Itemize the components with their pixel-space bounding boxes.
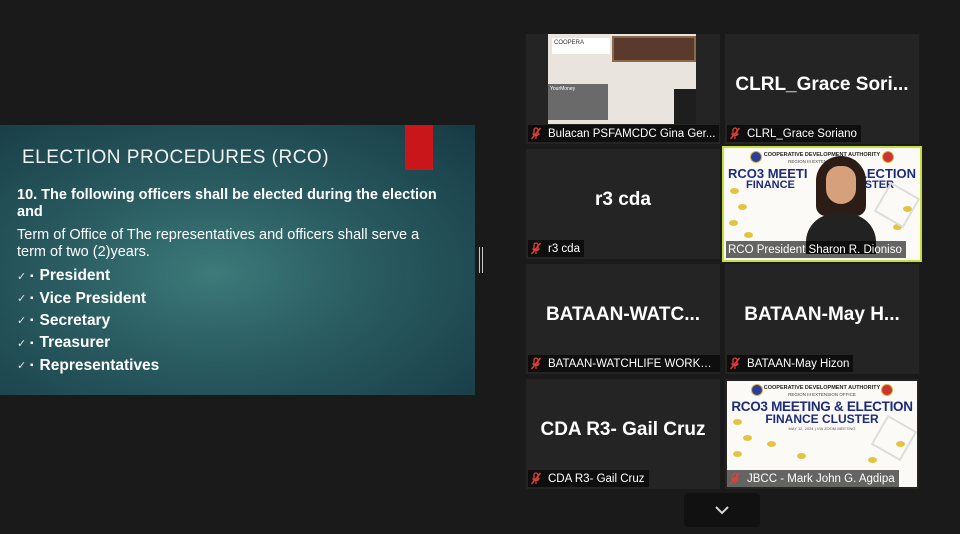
video-banner: COOPERA: [552, 38, 610, 54]
list-item-label: Representatives: [39, 356, 160, 374]
coin-icon: [744, 232, 753, 238]
video-poster-text: YourMoney: [550, 86, 576, 92]
participant-display-name: CLRL_Grace Sori...: [735, 74, 909, 95]
microphone-muted-icon: [729, 127, 741, 140]
list-item-label: Vice President: [39, 289, 147, 307]
coin-icon: [738, 204, 747, 210]
participant-name: RCO President Sharon R. Dioniso: [728, 243, 902, 256]
microphone-muted-icon: [530, 357, 542, 370]
bullet-icon: ▪: [30, 360, 34, 372]
coin-icon: [743, 435, 752, 441]
list-item: ✓ ▪ Treasurer: [17, 332, 159, 354]
participant-tile[interactable]: CDA R3- Gail Cruz CDA R3- Gail Cruz: [526, 379, 720, 489]
bullet-icon: ▪: [30, 293, 34, 305]
participant-nameplate: BATAAN-WATCHLIFE WORKER...: [528, 355, 720, 372]
participant-name: JBCC - Mark John G. Agdipa: [747, 472, 895, 485]
participant-name: BATAAN-May Hizon: [747, 357, 850, 370]
video-desk: YourMoney: [548, 84, 608, 120]
cda-logo-icon: [751, 384, 763, 396]
participant-video: COOPERA YourMoney: [548, 34, 696, 124]
participant-nameplate: JBCC - Mark John G. Agdipa: [727, 470, 899, 487]
video-title-text: FINANCE: [746, 179, 795, 191]
participant-nameplate: BATAAN-May Hizon: [727, 355, 854, 372]
participant-tile[interactable]: COOPERATIVE DEVELOPMENT AUTHORITY REGION…: [725, 379, 919, 489]
microphone-muted-icon: [530, 472, 542, 485]
list-item-label: President: [39, 267, 111, 285]
participant-display-name: r3 cda: [595, 189, 651, 210]
microphone-muted-icon: [729, 357, 741, 370]
participant-tile[interactable]: BATAAN-WATC... BATAAN-WATCHLIFE WORKER..…: [526, 264, 720, 374]
shared-screen-slide: ELECTION PROCEDURES (RCO) 10. The follow…: [0, 125, 475, 395]
split-view-resize-handle[interactable]: [479, 247, 483, 273]
bullet-icon: ▪: [30, 337, 34, 349]
gallery-scroll-down-button[interactable]: [684, 493, 760, 527]
check-icon: ✓: [17, 360, 27, 373]
coin-icon: [797, 453, 806, 459]
cda-logo-icon: [750, 151, 762, 163]
participant-name: CLRL_Grace Soriano: [747, 127, 857, 140]
coin-icon: [733, 451, 742, 457]
list-item-label: Treasurer: [39, 334, 111, 352]
participant-name: BATAAN-WATCHLIFE WORKER...: [548, 357, 718, 370]
microphone-muted-icon: [530, 127, 542, 140]
list-item: ✓ ▪ Secretary: [17, 310, 159, 332]
participant-nameplate: Bulacan PSFAMCDC Gina Ger...: [528, 125, 720, 142]
participant-tile-active-speaker[interactable]: COOPERATIVE DEVELOPMENT AUTHORITY REGION…: [722, 146, 922, 262]
cda-logo-icon: [881, 384, 893, 396]
officer-list: ✓ ▪ President ✓ ▪ Vice President ✓ ▪ Secretary…: [17, 265, 159, 377]
slide-title: ELECTION PROCEDURES (RCO): [22, 147, 330, 168]
participant-tile[interactable]: COOPERA YourMoney Bulacan PSFAMCDC Gina …: [526, 34, 720, 144]
list-item: ✓ ▪ President: [17, 265, 159, 287]
participant-nameplate: CDA R3- Gail Cruz: [528, 470, 649, 487]
microphone-muted-icon: [530, 242, 542, 255]
slide-heading: 10. The following officers shall be elec…: [17, 187, 437, 220]
check-icon: ✓: [17, 270, 27, 283]
slide-body-text: Term of Office of The representatives an…: [17, 227, 420, 260]
coin-icon: [767, 441, 776, 447]
check-icon: ✓: [17, 293, 27, 306]
participant-name: r3 cda: [548, 242, 580, 255]
coin-icon: [868, 457, 877, 463]
speaker-video: [806, 156, 876, 254]
bullet-icon: ▪: [30, 270, 34, 282]
participant-tile[interactable]: CLRL_Grace Sori... CLRL_Grace Soriano: [725, 34, 919, 144]
check-icon: ✓: [17, 315, 27, 328]
coin-icon: [729, 220, 738, 226]
participant-nameplate: CLRL_Grace Soriano: [727, 125, 861, 142]
cda-logo-icon: [882, 151, 894, 163]
coin-icon: [733, 419, 742, 425]
participant-display-name: BATAAN-WATC...: [545, 304, 701, 325]
participant-display-name: CDA R3- Gail Cruz: [540, 419, 706, 440]
participant-nameplate: r3 cda: [528, 240, 584, 257]
participant-name: CDA R3- Gail Cruz: [548, 472, 645, 485]
bullet-icon: ▪: [30, 315, 34, 327]
participant-name: Bulacan PSFAMCDC Gina Ger...: [548, 127, 716, 140]
participant-nameplate: RCO President Sharon R. Dioniso: [726, 241, 906, 258]
video-banner-text: COOPERA: [554, 40, 585, 46]
coin-icon: [730, 188, 739, 194]
video-chair: [674, 89, 696, 124]
chevron-down-icon: [715, 506, 729, 515]
participant-tile[interactable]: r3 cda r3 cda: [526, 149, 720, 259]
participant-tile[interactable]: BATAAN-May H... BATAAN-May Hizon: [725, 264, 919, 374]
slide-accent-bar: [405, 125, 433, 170]
microphone-muted-icon: [729, 472, 741, 485]
list-item: ✓ ▪ Representatives: [17, 355, 159, 377]
check-icon: ✓: [17, 337, 27, 350]
list-item: ✓ ▪ Vice President: [17, 287, 159, 309]
list-item-label: Secretary: [39, 311, 111, 329]
video-wall-frame: [612, 36, 696, 62]
participant-display-name: BATAAN-May H...: [744, 304, 900, 325]
